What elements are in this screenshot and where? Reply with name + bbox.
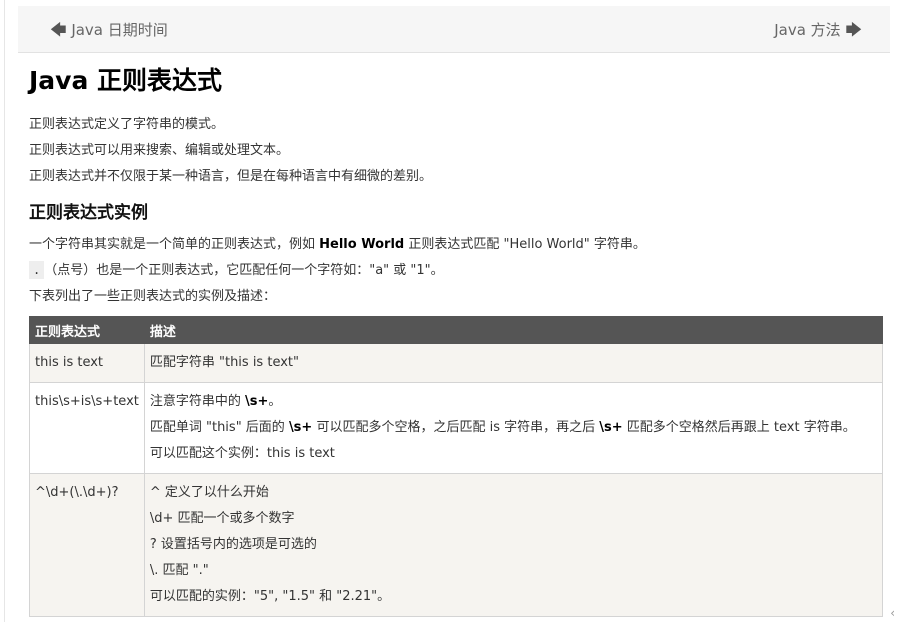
article-content: Java 正则表达式 正则表达式定义了字符串的模式。 正则表达式可以用来搜索、编… [29, 62, 884, 617]
arrow-right-icon: 🡆 [845, 20, 862, 39]
table-cell-description: 匹配字符串 "this is text" [143, 343, 884, 383]
page-left-border [4, 0, 5, 622]
description-bold: \s+ [599, 420, 623, 435]
table-header-description: 描述 [143, 316, 884, 344]
regex-examples-table: 正则表达式 描述 this is text 匹配字符串 "this is tex… [29, 316, 884, 617]
top-navigation-bar: 🡄 Java 日期时间 Java 方法 🡆 [18, 6, 890, 53]
intro-paragraph-2: 正则表达式可以用来搜索、编辑或处理文本。 [29, 143, 290, 158]
description-text: 匹配单词 "this" 后面的 [149, 420, 289, 435]
example-text-prefix: 一个字符串其实就是一个简单的正则表达式，例如 [29, 237, 316, 252]
example-paragraph: 一个字符串其实就是一个简单的正则表达式，例如 Hello World 正则表达式… [29, 232, 883, 258]
intro-paragraph-3: 正则表达式并不仅限于某一种语言，但是在每种语言中有细微的差别。 [29, 169, 433, 184]
table-cell-pattern: this is text [29, 343, 145, 383]
description-text: 可以匹配多个空格，之后匹配 is 字符串，再之后 [312, 420, 600, 435]
page-title: Java 正则表达式 [29, 66, 223, 95]
prev-page-label: Java 日期时间 [71, 21, 168, 39]
table-row: ^\d+(\.\d+)? ^ 定义了以什么开始 \d+ 匹配一个或多个数字 ? … [29, 473, 884, 617]
table-row: this\s+is\s+text 注意字符串中的 \s+。 匹配单词 "this… [29, 382, 884, 474]
description-bold: \s+ [245, 394, 269, 409]
table-cell-pattern: ^\d+(\.\d+)? [29, 473, 145, 617]
description-line: 可以匹配这个实例：this is text [149, 446, 335, 461]
description-line: ^ 定义了以什么开始 [149, 485, 269, 500]
dot-text: （点号）也是一个正则表达式，它匹配任何一个字符如："a" 或 "1"。 [44, 263, 444, 278]
description-line: \. 匹配 "." [149, 563, 209, 578]
next-page-label: Java 方法 [774, 21, 841, 39]
table-row: this is text 匹配字符串 "this is text" [29, 343, 884, 383]
table-cell-description: 注意字符串中的 \s+。 匹配单词 "this" 后面的 \s+ 可以匹配多个空… [143, 382, 884, 474]
description-text: 注意字符串中的 [149, 394, 245, 409]
example-text-suffix: 正则表达式匹配 "Hello World" 字符串。 [408, 237, 646, 252]
dot-paragraph: . （点号）也是一个正则表达式，它匹配任何一个字符如："a" 或 "1"。 [29, 258, 883, 284]
intro-paragraph-1: 正则表达式定义了字符串的模式。 [29, 117, 225, 132]
table-cell-pattern: this\s+is\s+text [29, 382, 145, 474]
description-line: \d+ 匹配一个或多个数字 [149, 511, 295, 526]
table-intro: 下表列出了一些正则表达式的实例及描述： [29, 289, 277, 304]
prev-page-link[interactable]: 🡄 Java 日期时间 [50, 19, 168, 46]
table-header-pattern: 正则表达式 [29, 316, 145, 344]
description-line: 匹配单词 "this" 后面的 \s+ 可以匹配多个空格，之后匹配 is 字符串… [150, 415, 877, 441]
description-line: ? 设置括号内的选项是可选的 [149, 537, 317, 552]
description-text: 匹配多个空格然后再跟上 text 字符串。 [622, 420, 856, 435]
table-header-row: 正则表达式 描述 [29, 316, 884, 344]
dot-code: . [29, 261, 45, 279]
chevron-left-icon[interactable]: ‹ [890, 606, 895, 620]
example-bold-text: Hello World [319, 237, 405, 252]
section-heading: 正则表达式实例 [29, 203, 148, 223]
description-line: 可以匹配的实例："5", "1.5" 和 "2.21"。 [149, 589, 391, 604]
description-line: 注意字符串中的 \s+。 [150, 389, 877, 415]
description-text: 。 [268, 394, 282, 409]
arrow-left-icon: 🡄 [50, 20, 67, 39]
description-bold: \s+ [288, 420, 313, 435]
next-page-link[interactable]: Java 方法 🡆 [774, 19, 862, 46]
table-cell-description: ^ 定义了以什么开始 \d+ 匹配一个或多个数字 ? 设置括号内的选项是可选的 … [143, 473, 884, 617]
description-line: 匹配字符串 "this is text" [149, 355, 299, 370]
